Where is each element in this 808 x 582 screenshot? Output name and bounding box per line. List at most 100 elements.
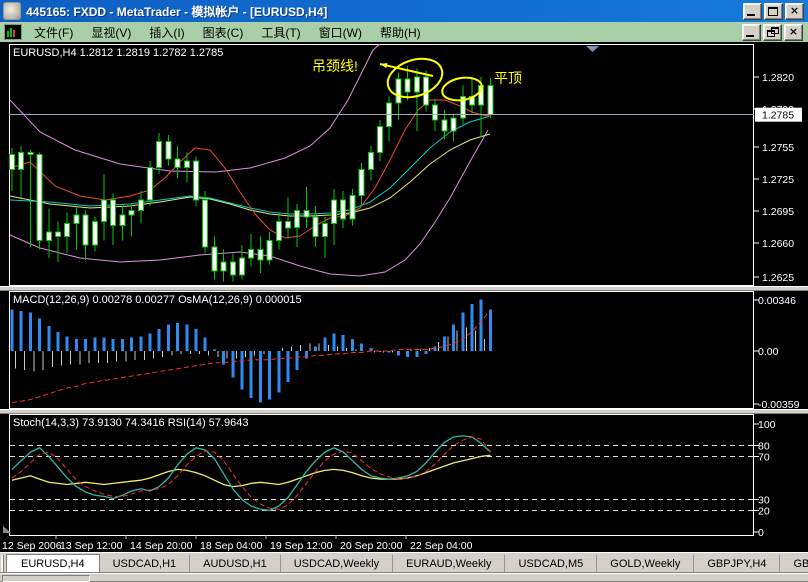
annotation-text: 平顶	[494, 70, 522, 86]
window-title: 445165: FXDD - MetaTrader - 模拟帐户 - [EURU…	[26, 4, 328, 19]
candle	[413, 76, 420, 93]
macd-bar	[84, 339, 88, 351]
status-cell	[2, 575, 90, 582]
chart-tab-euraud-weekly[interactable]: EURAUD,Weekly	[393, 555, 506, 572]
candle	[285, 220, 291, 229]
macd-bar	[231, 351, 235, 378]
metatrader-window: 445165: FXDD - MetaTrader - 模拟帐户 - [EURU…	[0, 0, 808, 582]
price-tick-label: 1.2695	[762, 206, 794, 218]
candle	[110, 199, 117, 227]
minimize-button[interactable]	[743, 2, 762, 20]
time-axis-label: 14 Sep 20:00	[130, 540, 193, 552]
candle	[340, 199, 347, 220]
macd-label: MACD(12,26,9) 0.00278 0.00277 OsMA(12,26…	[13, 294, 302, 306]
candle	[377, 126, 383, 153]
candle	[367, 151, 374, 171]
macd-bar	[424, 351, 428, 354]
close-button[interactable]: ×	[784, 23, 803, 41]
menu-item-4[interactable]: 工具(T)	[252, 22, 309, 43]
macd-bar	[387, 351, 391, 353]
macd-bar	[38, 318, 42, 351]
price-tick-label: 1.2820	[762, 72, 794, 84]
candle	[55, 231, 61, 237]
candle	[358, 169, 365, 196]
candle	[165, 141, 172, 160]
candle	[45, 231, 52, 242]
candle	[202, 199, 209, 248]
chart-tab-gbpjpy-h4[interactable]: GBPJPY,H4	[694, 555, 781, 572]
candle	[82, 214, 89, 246]
macd-bar	[406, 351, 410, 357]
menu-item-6[interactable]: 帮助(H)	[371, 22, 430, 43]
macd-bar	[176, 323, 180, 351]
time-axis-label: 12 Sep 2006	[2, 540, 62, 552]
candle	[147, 167, 153, 201]
candle	[266, 240, 273, 261]
chart-canvas[interactable]: 1.28201.27901.27551.27251.26951.26601.26…	[0, 42, 808, 552]
candle	[36, 154, 43, 242]
candle	[193, 160, 199, 201]
candle	[312, 216, 319, 237]
macd-bar	[461, 312, 465, 351]
time-axis-label: 18 Sep 04:00	[200, 540, 263, 552]
menu-item-2[interactable]: 插入(I)	[140, 22, 193, 43]
candle	[275, 220, 282, 242]
chart-tab-usdcad-h1[interactable]: USDCAD,H1	[100, 555, 191, 572]
candle	[183, 160, 190, 168]
macd-bar	[360, 343, 364, 351]
menu-item-0[interactable]: 文件(F)	[25, 22, 82, 43]
candle	[487, 85, 494, 116]
time-axis-label: 20 Sep 20:00	[340, 540, 403, 552]
chart-tab-gbpusd-m5[interactable]: GBPUSD,M5	[780, 555, 808, 572]
candle	[27, 151, 34, 156]
candle	[119, 214, 126, 227]
candle	[174, 158, 181, 169]
chart-tab-usdcad-m5[interactable]: USDCAD,M5	[505, 555, 598, 572]
macd-bar	[323, 337, 327, 351]
macd-bar	[479, 299, 483, 351]
macd-bar	[277, 351, 281, 393]
price-tick-label: 1.2725	[762, 174, 794, 186]
candle	[211, 246, 218, 272]
restore-button[interactable]	[763, 23, 782, 41]
menu-item-5[interactable]: 窗口(W)	[310, 22, 371, 43]
macd-bar	[102, 337, 106, 351]
maximize-button[interactable]	[764, 2, 783, 20]
chart-tab-usdcad-weekly[interactable]: USDCAD,Weekly	[281, 555, 394, 572]
macd-bar	[47, 325, 51, 351]
stoch-tick-label: 100	[758, 419, 776, 431]
macd-bar	[332, 333, 336, 351]
candle	[432, 104, 439, 121]
minimize-button[interactable]	[742, 23, 761, 41]
macd-bar	[157, 328, 161, 351]
annotation-text: 吊颈线!	[312, 58, 358, 74]
chart-tab-eurusd-h4[interactable]: EURUSD,H4	[6, 554, 100, 573]
macd-bar	[111, 339, 115, 351]
macd-bar	[148, 333, 152, 351]
close-button[interactable]: ×	[785, 2, 804, 20]
macd-bar	[166, 324, 170, 351]
macd-tick-label: -0.00359	[758, 399, 800, 411]
chart-tab-audusd-h1[interactable]: AUDUSD,H1	[190, 555, 281, 572]
macd-bar	[415, 351, 419, 357]
candle	[128, 210, 135, 216]
macd-bar	[19, 311, 23, 351]
title-bar: 445165: FXDD - MetaTrader - 模拟帐户 - [EURU…	[0, 0, 808, 22]
chart-document-icon[interactable]	[4, 24, 22, 40]
time-axis-label: 19 Sep 12:00	[270, 540, 333, 552]
candle	[101, 199, 107, 222]
macd-bar	[212, 349, 216, 351]
chart-tab-gold-weekly[interactable]: GOLD,Weekly	[597, 555, 695, 572]
price-tick-label: 1.2755	[762, 142, 794, 154]
macd-bar	[452, 324, 456, 351]
menu-item-1[interactable]: 显视(V)	[82, 22, 140, 43]
mdi-child-controls: ×	[742, 23, 808, 41]
candle	[73, 214, 80, 224]
macd-bar	[185, 324, 189, 351]
candle	[395, 78, 402, 104]
window-controls: ×	[743, 2, 808, 20]
stoch-tick-label: 20	[758, 505, 770, 517]
macd-bar	[93, 337, 97, 351]
candle	[450, 117, 457, 132]
menu-item-3[interactable]: 图表(C)	[194, 22, 253, 43]
